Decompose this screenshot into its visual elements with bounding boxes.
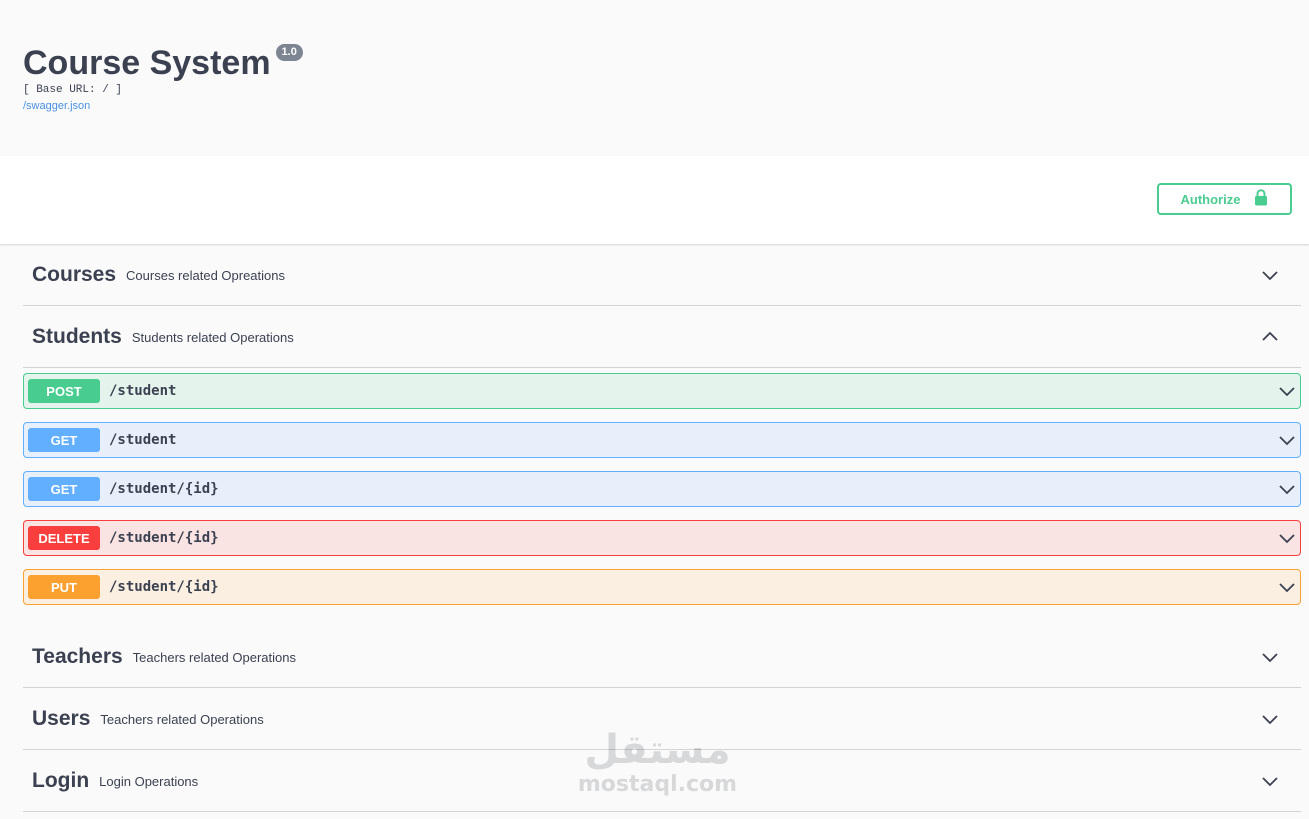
method-badge: GET <box>28 477 100 501</box>
tag-name: Courses <box>32 262 117 286</box>
tag-students[interactable]: Students Students related Operations <box>23 306 1301 368</box>
chevron-down-icon <box>1278 529 1296 547</box>
authorize-button[interactable]: Authorize <box>1157 183 1292 215</box>
tag-courses[interactable]: Courses Courses related Opreations <box>23 244 1301 306</box>
tag-description: Teachers related Operations <box>100 712 264 727</box>
tag-description: Login Operations <box>99 774 199 789</box>
operation-path: /student <box>109 432 177 448</box>
tag-name: Students <box>32 324 122 348</box>
method-badge: DELETE <box>28 526 100 550</box>
api-info: Course System 1.0 [ Base URL: / ] /swagg… <box>0 0 1309 156</box>
operation-get-student-id[interactable]: GET /student/{id} <box>23 471 1301 507</box>
chevron-down-icon <box>1278 431 1296 449</box>
tag-name: Login <box>32 768 90 792</box>
page-title: Course System <box>23 44 271 82</box>
tag-teachers[interactable]: Teachers Teachers related Operations <box>23 626 1301 688</box>
tag-description: Courses related Opreations <box>126 268 286 283</box>
tag-users[interactable]: Users Teachers related Operations <box>23 688 1301 750</box>
chevron-down-icon <box>1261 266 1279 284</box>
operation-post-student[interactable]: POST /student <box>23 373 1301 409</box>
tag-description: Teachers related Operations <box>132 650 296 665</box>
operation-get-student[interactable]: GET /student <box>23 422 1301 458</box>
chevron-down-icon <box>1278 382 1296 400</box>
operation-path: /student <box>109 383 177 399</box>
chevron-down-icon <box>1261 710 1279 728</box>
tag-login[interactable]: Login Login Operations <box>23 750 1301 812</box>
chevron-down-icon <box>1261 772 1279 790</box>
chevron-up-icon <box>1261 328 1279 346</box>
chevron-down-icon <box>1278 480 1296 498</box>
operation-path: /student/{id} <box>109 579 219 595</box>
tag-name: Teachers <box>32 644 123 668</box>
tag-description: Students related Operations <box>131 330 294 345</box>
version-badge: 1.0 <box>275 44 303 61</box>
operation-delete-student-id[interactable]: DELETE /student/{id} <box>23 520 1301 556</box>
method-badge: POST <box>28 379 100 403</box>
operation-put-student-id[interactable]: PUT /student/{id} <box>23 569 1301 605</box>
method-badge: GET <box>28 428 100 452</box>
swagger-json-link[interactable]: /swagger.json <box>23 100 1286 113</box>
operation-path: /student/{id} <box>109 530 219 546</box>
authorize-label: Authorize <box>1180 191 1241 207</box>
operations-content: Courses Courses related Opreations Stude… <box>0 244 1309 812</box>
title-row: Course System 1.0 <box>23 44 1286 82</box>
tag-name: Users <box>32 706 91 730</box>
method-badge: PUT <box>28 575 100 599</box>
scheme-container: Authorize <box>0 156 1309 244</box>
chevron-down-icon <box>1278 578 1296 596</box>
students-operations: POST /student GET /student GET /student/… <box>23 368 1301 626</box>
operation-path: /student/{id} <box>109 481 219 497</box>
lock-icon <box>1254 189 1268 209</box>
base-url: [ Base URL: / ] <box>23 84 123 96</box>
chevron-down-icon <box>1261 648 1279 666</box>
